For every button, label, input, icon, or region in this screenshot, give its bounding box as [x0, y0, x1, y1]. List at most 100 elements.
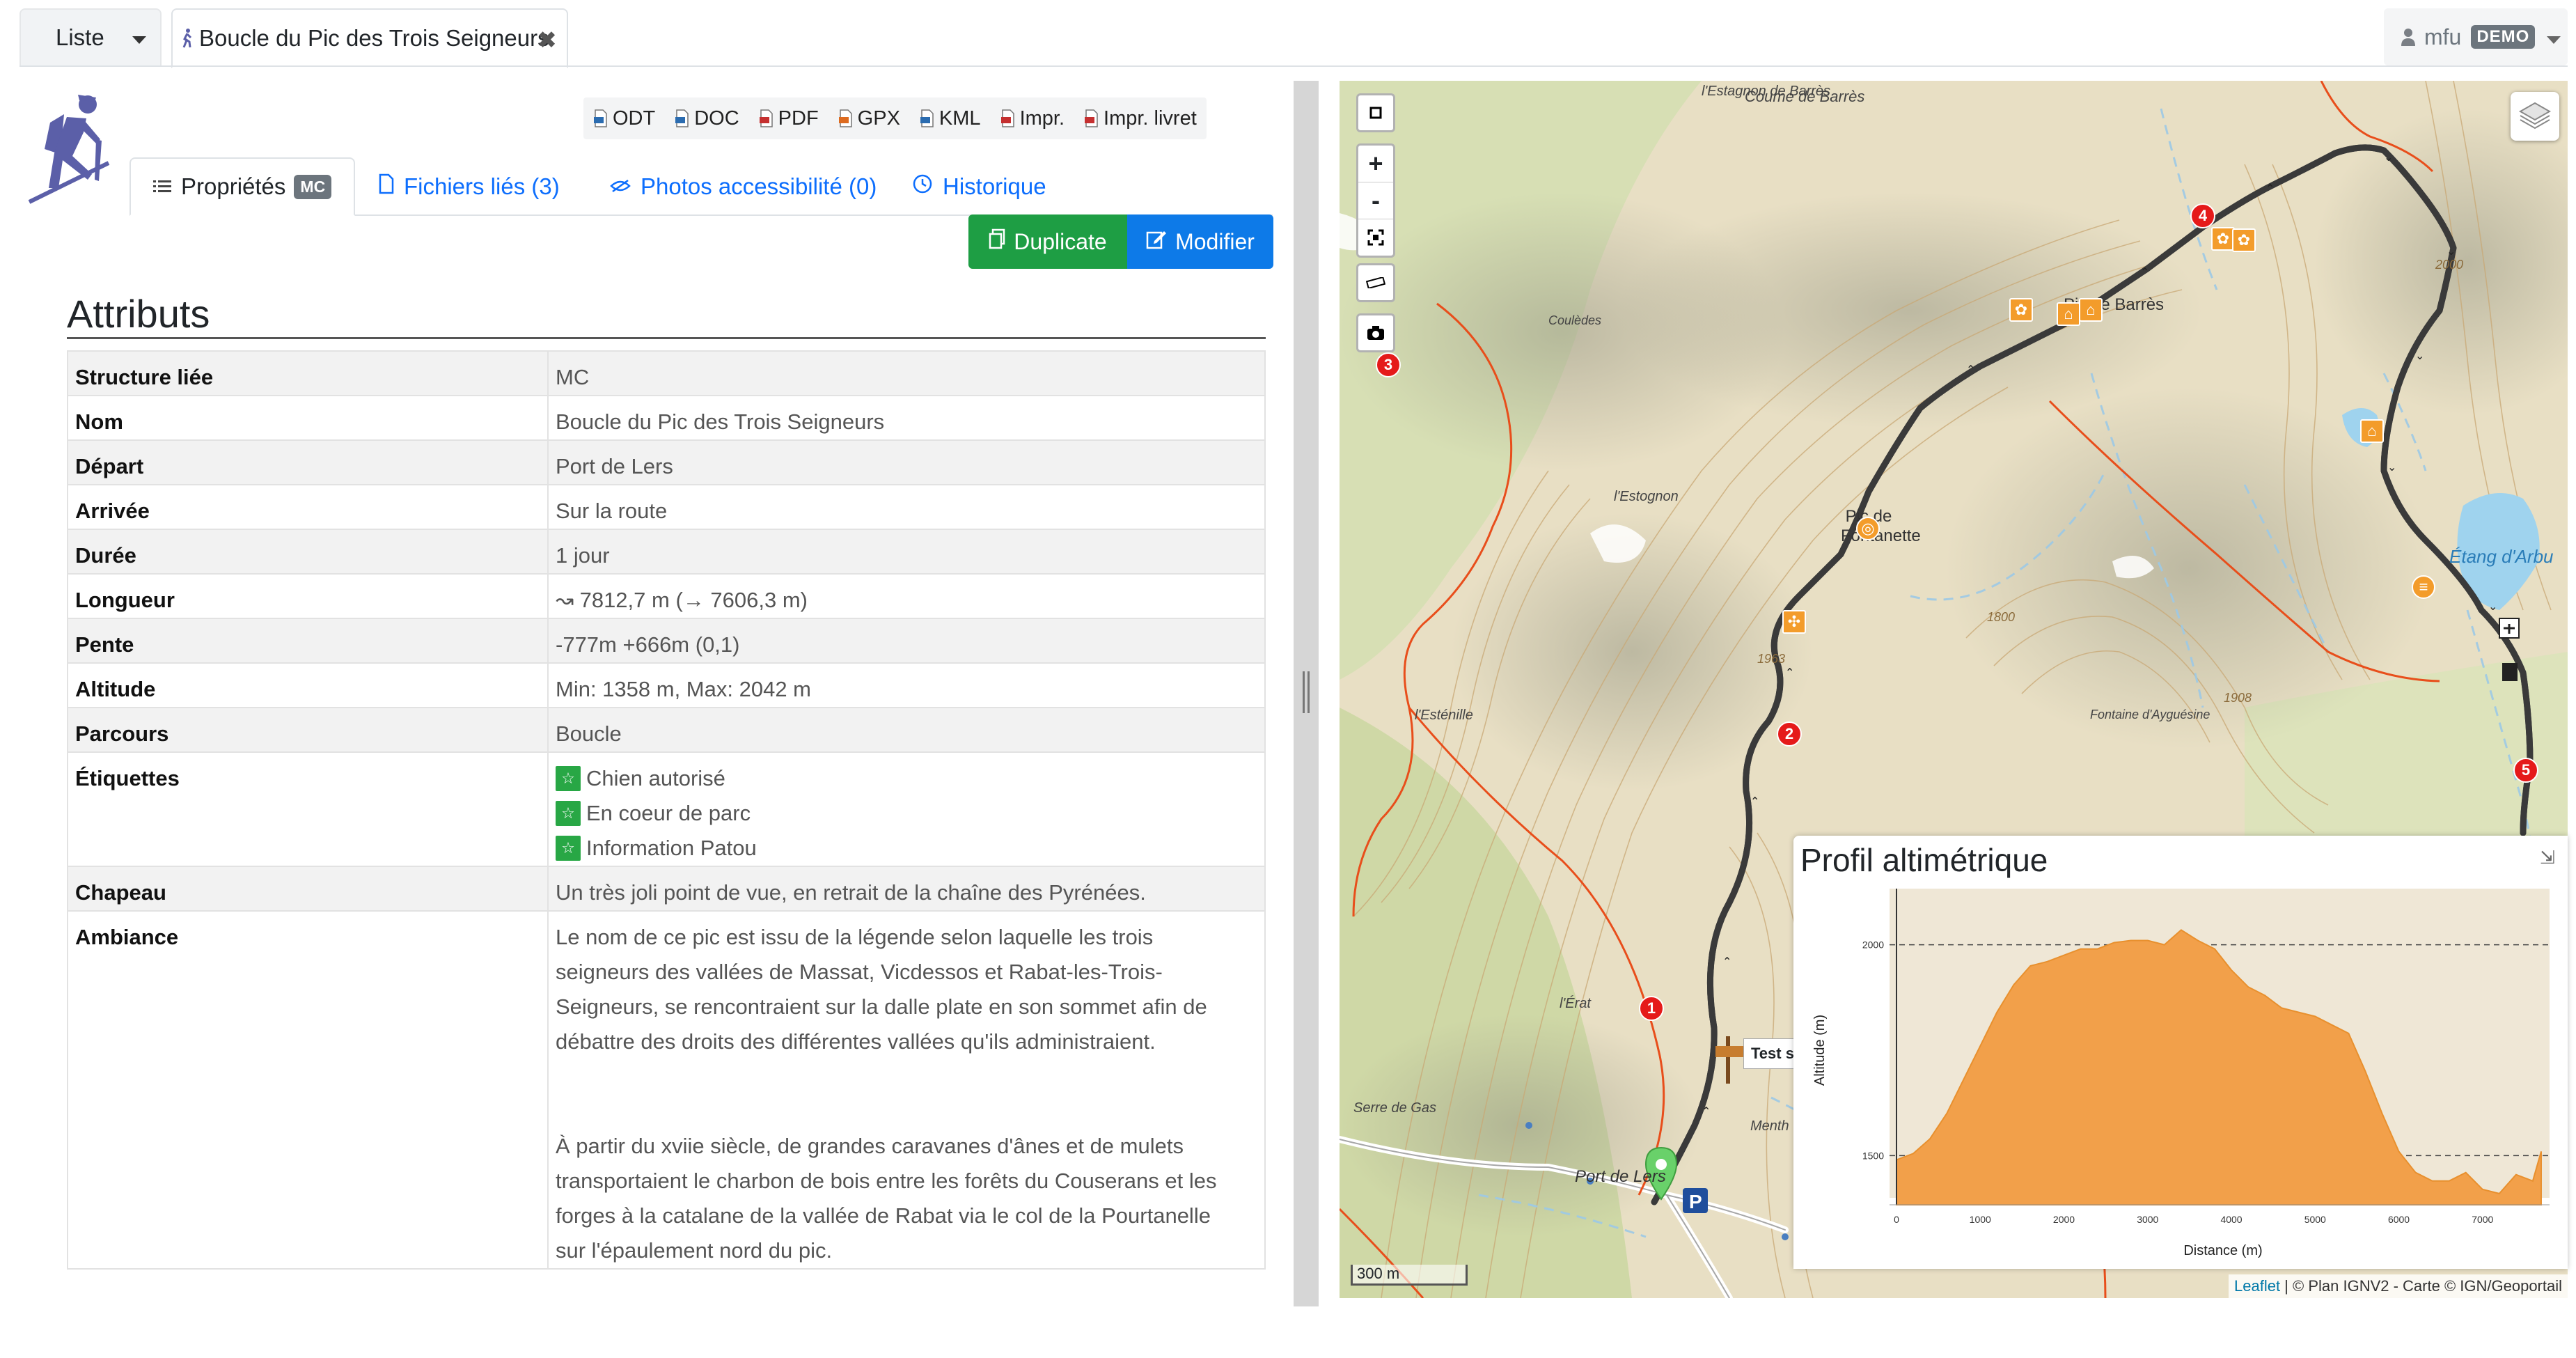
poi-hut-icon[interactable]: ⌂ — [2057, 302, 2080, 326]
user-menu[interactable]: mfu DEMO — [2384, 8, 2568, 65]
poi-bed-icon[interactable]: ⌂ — [2360, 419, 2384, 443]
tag-item: ☆ En coeur de parc — [556, 796, 1257, 831]
map-label: 1963 — [1757, 652, 1786, 666]
map-label: l'Esténille — [1415, 708, 1473, 723]
zoom-out-button[interactable]: - — [1358, 182, 1393, 219]
tag-label: Chien autorisé — [586, 766, 725, 790]
export-kml-button[interactable]: KML — [910, 97, 991, 139]
map-label: l'Érat — [1560, 996, 1591, 1011]
svg-text:⌃: ⌃ — [2140, 265, 2149, 279]
attr-label: Arrivée — [67, 484, 549, 530]
star-icon: ☆ — [556, 766, 581, 791]
y-tick-label: 2000 — [1862, 939, 1884, 951]
user-icon — [2401, 29, 2415, 46]
export-label: GPX — [857, 107, 900, 130]
measure-button[interactable] — [1356, 263, 1395, 302]
table-row: Chapeau Un très joli point de vue, en re… — [67, 866, 1266, 912]
export-impr-livret-button[interactable]: Impr. livret — [1074, 97, 1207, 139]
leaflet-link[interactable]: Leaflet — [2234, 1277, 2280, 1295]
zoom-in-button[interactable]: + — [1358, 146, 1393, 182]
attr-value: ☆ Chien autorisé ☆ En coeur de parc ☆ Infor… — [547, 751, 1266, 867]
duplicate-label: Duplicate — [1014, 228, 1107, 254]
attr-value: 1 jour — [547, 529, 1266, 575]
attr-label: Parcours — [67, 707, 549, 753]
text-line: Seigneurs, se rencontraient sur la dalle… — [556, 994, 1207, 1019]
modify-button[interactable]: Modifier — [1127, 214, 1273, 269]
poi-info-icon[interactable]: ≡ — [2412, 575, 2435, 599]
attr-value: -777m +666m (0,1) — [547, 618, 1266, 664]
top-nav: Liste Boucle du Pic des Trois Seigneurs … — [0, 0, 2576, 70]
panel-splitter[interactable] — [1294, 81, 1319, 1306]
export-impr-button[interactable]: Impr. — [991, 97, 1074, 139]
elevation-chart: 1500 2000 0 1000 2000 3000 4000 5000 6000 7000 Dis… — [1812, 889, 2550, 1258]
tag-item: ☆ Chien autorisé — [556, 761, 1257, 796]
export-gpx-button[interactable]: GPX — [828, 97, 910, 139]
hiker-icon — [182, 29, 192, 48]
drag-handle-icon[interactable] — [1303, 671, 1310, 713]
export-label: Impr. livret — [1104, 107, 1197, 130]
table-clip — [56, 1305, 1295, 1358]
tab-history[interactable]: Historique — [912, 157, 1046, 216]
attr-label: Chapeau — [67, 866, 549, 912]
layers-button[interactable] — [2511, 92, 2559, 141]
screenshot-button[interactable] — [1356, 313, 1395, 352]
export-odt-button[interactable]: ODT — [583, 97, 665, 139]
x-tick-label: 0 — [1894, 1214, 1899, 1225]
poi-hut-icon[interactable]: ⌂ — [2079, 298, 2103, 322]
poi-flora-icon[interactable]: ✿ — [2211, 227, 2235, 251]
step-marker[interactable]: 2 — [1777, 721, 1802, 747]
edit-icon — [1146, 228, 1167, 255]
attr-label: Nom — [67, 395, 549, 441]
tab-accessibility-photos[interactable]: Photos accessibilité (0) — [610, 157, 877, 216]
zoom-control: + - — [1356, 143, 1395, 258]
table-row: Arrivée Sur la route — [67, 484, 1266, 530]
map-label: Coume de Barrès — [1745, 88, 1865, 105]
attr-value: Boucle du Pic des Trois Seigneurs — [547, 395, 1266, 441]
file-icon — [379, 173, 394, 200]
liste-dropdown-button[interactable]: Liste — [19, 8, 162, 65]
svg-text:⌃: ⌃ — [1722, 955, 1731, 968]
export-label: ODT — [613, 107, 656, 130]
step-marker[interactable]: 4 — [2190, 203, 2215, 228]
structure-badge: MC — [294, 174, 332, 199]
record-tab[interactable]: Boucle du Pic des Trois Seigneurs ✖ — [171, 8, 568, 68]
attr-value: Un très joli point de vue, en retrait de… — [547, 866, 1266, 912]
file-pdf-icon — [759, 109, 773, 127]
tab-properties-label: Propriétés — [181, 173, 286, 199]
copy-icon — [989, 228, 1005, 255]
duplicate-button[interactable]: Duplicate — [968, 214, 1127, 269]
step-marker[interactable]: 3 — [1376, 352, 1401, 377]
fullscreen-button[interactable] — [1356, 93, 1395, 132]
export-pdf-button[interactable]: PDF — [749, 97, 828, 139]
step-marker[interactable]: 5 — [2513, 758, 2538, 783]
camera-icon — [1367, 326, 1384, 340]
poi-peak-icon[interactable]: ◎ — [1856, 517, 1880, 540]
svg-text:⌄: ⌄ — [2415, 349, 2424, 362]
export-doc-button[interactable]: DOC — [665, 97, 748, 139]
attr-label: Longueur — [67, 573, 549, 619]
x-axis-label: Distance (m) — [2183, 1243, 2262, 1258]
table-row: Étiquettes ☆ Chien autorisé ☆ En coeur de … — [67, 751, 1266, 867]
poi-fauna-icon[interactable]: ✣ — [1782, 610, 1806, 634]
map-label: Serre de Gas — [1353, 1100, 1436, 1116]
poi-flora-icon[interactable]: ✿ — [2232, 228, 2256, 252]
svg-text:⌄: ⌄ — [2488, 600, 2497, 613]
text-line: sur l'épaulement nord du pic. — [556, 1238, 833, 1263]
tab-linked-files[interactable]: Fichiers liés (3) — [379, 157, 560, 216]
poi-flora-icon[interactable]: ✿ — [2009, 298, 2033, 322]
attr-value: MC — [547, 350, 1266, 396]
text-line: seigneurs des vallées de Massat, Vicdess… — [556, 960, 1163, 984]
y-tick-label: 1500 — [1862, 1150, 1884, 1161]
tab-properties[interactable]: Propriétés MC — [129, 157, 356, 216]
attr-label: Départ — [67, 439, 549, 485]
demo-badge: DEMO — [2471, 25, 2536, 49]
file-doc-icon — [675, 109, 689, 127]
record-tabs: Propriétés MC Fichiers liés (3) Photos a… — [129, 157, 1273, 216]
fit-extent-button[interactable] — [1358, 219, 1393, 256]
user-name: mfu — [2424, 24, 2462, 49]
expand-icon — [1367, 229, 1384, 246]
map-label: Fontaine d'Ayguésine — [2090, 708, 2210, 721]
step-marker[interactable]: 1 — [1639, 996, 1664, 1021]
text-line: transportaient le charbon de bois entre … — [556, 1169, 1217, 1193]
close-icon[interactable]: ✖ — [537, 26, 558, 54]
